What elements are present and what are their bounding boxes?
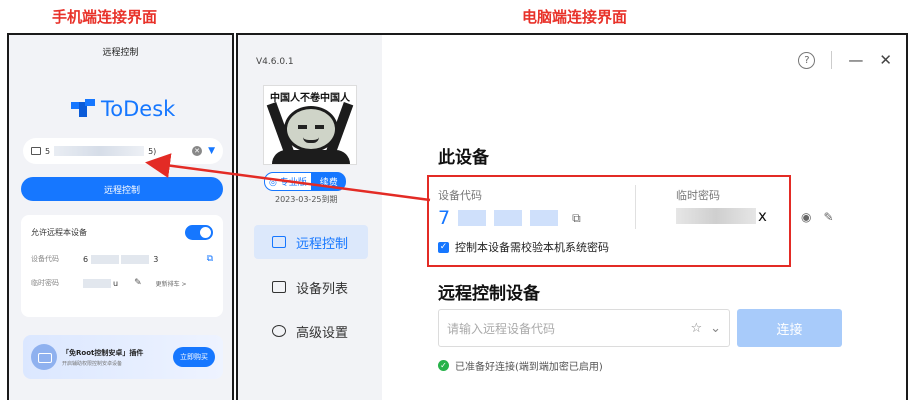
- blurred-password: [676, 208, 756, 224]
- promo-title: 「免Root控制安卓」插件: [62, 348, 144, 357]
- device-code: 7 ⧉: [438, 207, 581, 229]
- allow-remote-label: 允许远程本设备: [31, 228, 87, 237]
- plugin-icon: [31, 344, 57, 370]
- close-button[interactable]: ✕: [879, 51, 892, 69]
- todesk-logo-text: ToDesk: [101, 97, 176, 121]
- connection-status: ✓ 已准备好连接(端到端加密已启用): [438, 358, 603, 373]
- check-circle-icon: ✓: [438, 360, 449, 371]
- nav-device-list[interactable]: 设备列表: [254, 270, 368, 304]
- device-list-icon: [272, 281, 286, 293]
- connect-button[interactable]: 连接: [737, 309, 842, 347]
- checkbox-label: 控制本设备需校验本机系统密码: [455, 241, 609, 254]
- todesk-logo: ToDesk: [71, 97, 175, 121]
- remote-code-input[interactable]: 请输入远程设备代码 ☆ ⌄: [438, 309, 730, 347]
- temp-password-label: 临时密码: [676, 189, 720, 202]
- eye-icon[interactable]: ◉: [801, 210, 811, 224]
- settings-icon: [272, 325, 286, 337]
- password-actions: ◉ ✎: [801, 210, 834, 224]
- remote-control-heading: 远程控制设备: [438, 284, 540, 304]
- checkbox-checked-icon[interactable]: ✓: [438, 241, 449, 253]
- chevron-down-icon[interactable]: ⌄: [710, 321, 721, 336]
- window-controls: ? — ✕: [798, 51, 892, 69]
- monitor-icon: [31, 147, 41, 155]
- verify-password-checkbox[interactable]: ✓ 控制本设备需校验本机系统密码: [438, 239, 609, 255]
- copy-icon[interactable]: ⧉: [207, 254, 213, 264]
- monitor-icon: [272, 236, 286, 248]
- phone-device-card: 允许远程本设备 设备代码 6 3 ⧉ 临时密码 u ✎ 更新排车 >: [21, 215, 223, 317]
- nav-label: 设备列表: [296, 281, 349, 297]
- status-text: 已准备好连接(端到端加密已启用): [455, 362, 603, 373]
- pc-caption: 电脑端连接界面: [522, 8, 628, 26]
- this-device-heading: 此设备: [438, 148, 489, 168]
- version-label: V4.6.0.1: [256, 57, 294, 67]
- sidebar: V4.6.0.1 中国人不卷中国人 ◎ 专业版 续费 2023-03-25到期 …: [238, 35, 382, 400]
- renew-button[interactable]: 续费: [311, 172, 346, 191]
- blurred-device-id: [54, 146, 145, 156]
- phone-device-selector[interactable]: 5 5) ✕ ▼: [23, 138, 223, 164]
- star-icon[interactable]: ☆: [690, 321, 702, 336]
- phone-remote-control-button[interactable]: 远程控制: [21, 177, 223, 201]
- chevron-down-icon[interactable]: ▼: [208, 146, 215, 156]
- phone-title: 远程控制: [102, 48, 139, 58]
- password-last-char: x: [758, 207, 767, 225]
- help-icon[interactable]: ?: [798, 51, 816, 69]
- allow-remote-toggle[interactable]: [185, 225, 213, 240]
- membership-badges: ◎ 专业版 续费: [264, 172, 346, 191]
- avatar[interactable]: 中国人不卷中国人: [263, 85, 357, 165]
- nav-remote-control[interactable]: 远程控制: [254, 225, 368, 259]
- edit-icon[interactable]: ✎: [134, 278, 142, 288]
- clear-icon[interactable]: ✕: [192, 146, 203, 156]
- device-suffix: 5): [148, 146, 157, 156]
- promo-subtitle: 开启辅助权限控制安卓设备: [62, 360, 123, 367]
- phone-code-value: 6 3: [83, 254, 159, 264]
- promo-banner[interactable]: 「免Root控制安卓」插件 开启辅助权限控制安卓设备 立即购买: [23, 335, 223, 379]
- code-label: 设备代码: [438, 189, 482, 202]
- phone-panel: 远程控制 ToDesk 5 5) ✕ ▼ 远程控制 允许远程本设备 设备代码 6…: [7, 33, 234, 400]
- nav-label: 远程控制: [296, 236, 349, 252]
- edit-icon[interactable]: ✎: [823, 210, 833, 224]
- device-code-digit: 7: [438, 207, 451, 229]
- phone-pwd-value: u: [83, 278, 118, 288]
- todesk-logo-icon: [71, 99, 95, 119]
- remote-code-placeholder: 请输入远程设备代码: [447, 321, 556, 336]
- pc-window: V4.6.0.1 中国人不卷中国人 ◎ 专业版 续费 2023-03-25到期 …: [236, 33, 908, 400]
- refresh-password-link[interactable]: 更新排车 >: [156, 279, 187, 288]
- minimize-button[interactable]: —: [848, 51, 863, 69]
- avatar-caption: 中国人不卷中国人: [270, 93, 350, 104]
- phone-caption: 手机端连接界面: [52, 8, 158, 26]
- copy-icon[interactable]: ⧉: [572, 211, 581, 226]
- nav-advanced-settings[interactable]: 高级设置: [254, 314, 368, 348]
- main-panel: ? — ✕ 此设备 设备代码 7 ⧉ 临时密码 x ◉ ✎ ✓ 控制本设备需校验…: [382, 35, 906, 400]
- expire-date: 2023-03-25到期: [275, 195, 338, 204]
- nav-label: 高级设置: [296, 325, 349, 341]
- device-prefix: 5: [45, 146, 51, 156]
- buy-now-button[interactable]: 立即购买: [173, 347, 215, 367]
- phone-code-label: 设备代码: [31, 255, 59, 263]
- phone-pwd-label: 临时密码: [31, 279, 59, 287]
- pro-badge: ◎ 专业版: [264, 172, 312, 191]
- temp-password: x: [676, 207, 767, 225]
